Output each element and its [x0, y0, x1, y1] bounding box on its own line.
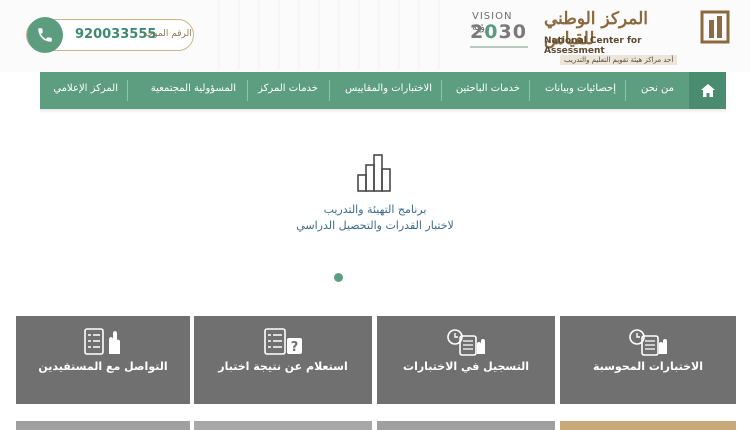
qiyas-emblem-icon — [700, 10, 730, 44]
vision-2030-logo: VISION رؤية 2030 — [468, 11, 534, 53]
nav-divider — [625, 80, 626, 101]
nav-item-researchers[interactable]: خدمات الباحثين — [456, 83, 520, 94]
main-nav: من نحن إحصائيات وبيانات خدمات الباحثين ا… — [40, 72, 726, 109]
clock-checklist-icon — [447, 329, 485, 356]
tile-computerized-tests[interactable]: الاختبارات المحوسبة — [560, 316, 736, 404]
svg-text:?: ? — [291, 340, 299, 355]
next-row-tile — [377, 421, 555, 430]
tile-beneficiary-contact[interactable]: التواصل مع المستفيدين — [16, 316, 190, 404]
tile-result-inquiry[interactable]: ? استعلام عن نتيجة اختبار — [194, 316, 372, 404]
tile-label: التسجيل في الاختبارات — [403, 360, 529, 373]
clock-computer-icon — [629, 329, 667, 356]
checklist-hand-icon — [84, 328, 120, 355]
nav-item-statistics[interactable]: إحصائيات وبيانات — [545, 83, 616, 94]
nav-item-services[interactable]: خدمات المركز — [258, 83, 318, 94]
hero-title: برنامج التهيئة والتدريب — [323, 203, 427, 216]
nav-divider — [329, 80, 330, 101]
logo-tagline: أحد مراكز هيئة تقويم التعليم والتدريب — [560, 55, 678, 65]
hero-subtitle: لاختبار القدرات والتحصيل الدراسي — [296, 219, 454, 232]
nav-divider — [441, 80, 442, 101]
checklist-question-icon: ? — [264, 328, 302, 355]
slider-dot[interactable] — [334, 273, 343, 282]
nav-item-media[interactable]: المركز الإعلامي — [53, 83, 118, 94]
next-row-tile — [560, 421, 736, 430]
hero-slider: برنامج التهيئة والتدريب لاختبار القدرات … — [0, 113, 750, 313]
nav-item-about[interactable]: من نحن — [641, 83, 674, 94]
tile-test-registration[interactable]: التسجيل في الاختبارات — [377, 316, 555, 404]
logo-english-name: National Center for Assessment — [544, 36, 642, 56]
hotline-pill[interactable]: 920033555 الرقم الموحد — [26, 17, 194, 53]
nav-divider — [529, 80, 530, 101]
tile-label: التواصل مع المستفيدين — [38, 360, 168, 373]
vision-year: 2030 — [470, 21, 527, 43]
next-row-tile — [194, 421, 372, 430]
tile-label: استعلام عن نتيجة اختبار — [218, 360, 348, 373]
nav-divider — [247, 80, 248, 101]
phone-icon[interactable] — [27, 17, 63, 53]
nav-item-tests[interactable]: الاختبارات والمقاييس — [345, 83, 432, 94]
vision-underline — [470, 46, 528, 48]
hotline-label: الرقم الموحد — [143, 29, 192, 39]
nav-item-social-responsibility[interactable]: المسؤولية المجتمعية — [151, 83, 236, 94]
bar-chart-icon — [357, 154, 391, 192]
nav-divider — [127, 80, 128, 101]
header-pattern — [200, 0, 450, 70]
home-icon[interactable] — [689, 72, 726, 109]
tile-label: الاختبارات المحوسبة — [592, 360, 704, 373]
next-row-tile — [16, 421, 190, 430]
site-header: 920033555 الرقم الموحد VISION رؤية 2030 … — [0, 0, 750, 72]
